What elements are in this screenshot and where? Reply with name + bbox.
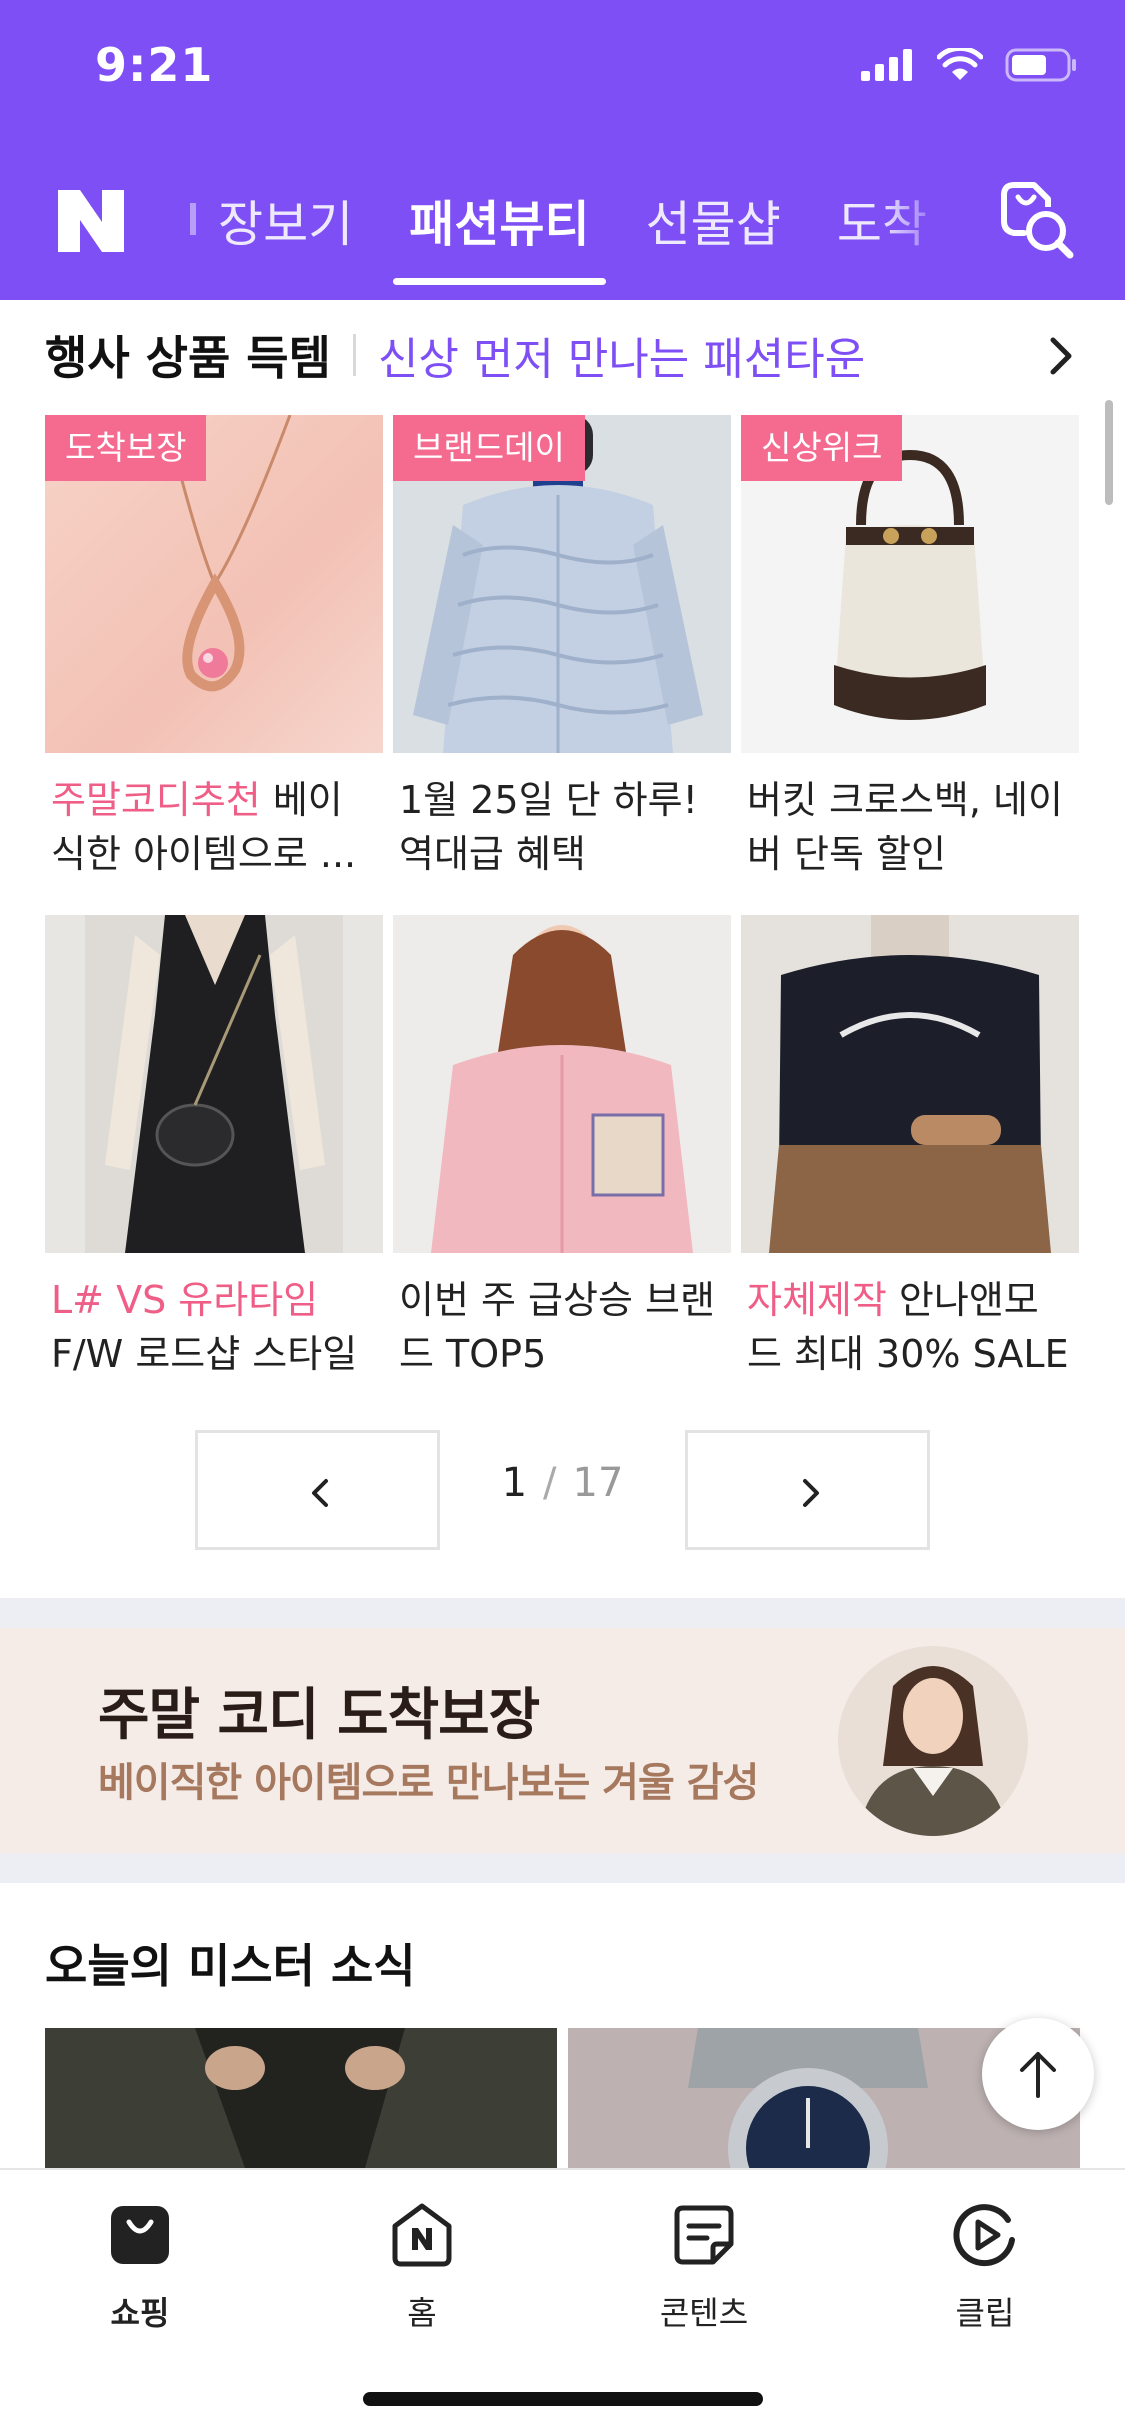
product-caption: 이번 주 급상승 브랜드 TOP5	[393, 1273, 731, 1383]
caption-text: 이번 주 급상승 브랜드 TOP5	[399, 1278, 715, 1376]
banner-subtitle: 베이직한 아이템으로 만나보는 겨울 감성	[98, 1760, 759, 1806]
product-card[interactable]: L# VS 유라타임 F/W 로드샵 스타일 ...	[45, 915, 383, 1383]
promo-banner[interactable]: 주말 코디 도착보장 베이직한 아이템으로 만나보는 겨울 감성	[0, 1628, 1125, 1853]
naver-home-icon	[392, 2203, 452, 2267]
caption-highlight: 자체제작	[747, 1278, 887, 1322]
total-pages: 17	[572, 1460, 624, 1506]
product-caption: L# VS 유라타임 F/W 로드샵 스타일 ...	[45, 1273, 383, 1383]
product-image: 브랜드데이	[393, 415, 731, 753]
nav-label: 콘텐츠	[659, 2294, 749, 2332]
pagination: 1 / 17	[195, 1430, 930, 1550]
sweatshirt-illustration	[769, 915, 1051, 1253]
shopping-search-icon[interactable]	[990, 175, 1080, 265]
chevron-left-icon	[312, 1479, 328, 1507]
product-image	[45, 915, 383, 1253]
product-caption: 주말코디추천 베이식한 아이템으로 ...	[45, 773, 383, 883]
naver-logo[interactable]	[58, 190, 124, 252]
chevron-right-icon	[803, 1479, 819, 1507]
caption-text: F/W 로드샵 스타일 ...	[51, 1332, 358, 1376]
chevron-right-icon[interactable]	[1037, 328, 1085, 384]
tab-fade	[880, 175, 950, 265]
banner-title: 주말 코디 도착보장	[98, 1683, 540, 1748]
status-icons	[861, 48, 1077, 82]
scrollbar[interactable]	[1105, 400, 1113, 505]
signal-icon	[861, 49, 912, 81]
nav-shopping[interactable]: 쇼핑	[40, 2200, 240, 2334]
page-separator: /	[543, 1460, 557, 1506]
event-badge: 도착보장	[45, 415, 207, 481]
caption-highlight: 주말코디추천	[51, 778, 261, 822]
contents-icon	[674, 2205, 734, 2265]
status-bar: 9:21	[0, 0, 1125, 140]
scroll-to-top-button[interactable]	[982, 2018, 1094, 2130]
shopping-bag-icon	[111, 2206, 169, 2264]
pink-shirt-illustration	[431, 925, 693, 1253]
section-title: 행사 상품 득템	[45, 331, 331, 385]
event-badge: 브랜드데이	[393, 415, 585, 481]
nav-contents[interactable]: 콘텐츠	[604, 2200, 804, 2334]
section-subtitle: 신상 먼저 만나는 패션타운	[377, 334, 866, 385]
product-card[interactable]: 자체제작 안나앤모드 최대 30% SALE	[741, 915, 1079, 1383]
product-card[interactable]: 브랜드데이 1월 25일 단 하루! 역대급 혜택	[393, 415, 731, 883]
category-tabs: 장보기 패션뷰티 선물샵 도착	[190, 175, 940, 285]
wifi-icon	[937, 48, 983, 80]
tab-groceries[interactable]: 장보기	[190, 175, 381, 285]
caption-text: 1월 25일 단 하루! 역대급 혜택	[399, 778, 698, 876]
home-indicator	[363, 2392, 763, 2406]
nav-home[interactable]: 홈	[322, 2200, 522, 2334]
caption-highlight: L# VS 유라타임	[51, 1278, 319, 1322]
tab-fashion-beauty[interactable]: 패션뷰티	[381, 175, 617, 285]
status-time: 9:21	[95, 38, 214, 92]
product-caption: 1월 25일 단 하루! 역대급 혜택	[393, 773, 731, 883]
arrow-up-icon	[1020, 2052, 1056, 2098]
prev-page-button[interactable]	[195, 1430, 440, 1550]
nav-clip[interactable]: 클립	[885, 2200, 1085, 2334]
section-divider	[0, 1853, 1125, 1883]
section-divider	[0, 1598, 1125, 1628]
nav-label: 쇼핑	[110, 2294, 170, 2332]
news-card-image[interactable]	[45, 2028, 557, 2168]
current-page: 1	[501, 1460, 528, 1506]
battery-icon	[1005, 48, 1076, 82]
product-card[interactable]: 이번 주 급상승 브랜드 TOP5	[393, 915, 731, 1383]
product-image: 신상위크	[741, 415, 1079, 753]
event-badge: 신상위크	[741, 415, 903, 481]
event-section-header[interactable]: 행사 상품 득템 신상 먼저 만나는 패션타운	[45, 320, 1085, 390]
product-image	[741, 915, 1079, 1253]
title-divider	[352, 334, 356, 376]
product-image: 도착보장	[45, 415, 383, 753]
product-caption: 버킷 크로스백, 네이버 단독 할인	[741, 773, 1079, 883]
dress-illustration	[85, 915, 343, 1253]
tab-gift-shop[interactable]: 선물샵	[618, 175, 809, 285]
clip-play-icon	[953, 2204, 1015, 2267]
product-caption: 자체제작 안나앤모드 최대 30% SALE	[741, 1273, 1079, 1383]
news-section-title: 오늘의 미스터 소식	[45, 1939, 416, 1993]
caption-text: 버킷 크로스백, 네이버 단독 할인	[747, 778, 1063, 876]
product-image	[393, 915, 731, 1253]
next-page-button[interactable]	[685, 1430, 930, 1550]
banner-model-image	[838, 1646, 1028, 1836]
nav-label: 홈	[407, 2294, 437, 2332]
product-card[interactable]: 도착보장 주말코디추천 베이식한 아이템으로 ...	[45, 415, 383, 883]
nav-label: 클립	[955, 2294, 1015, 2332]
top-header: 9:21 장보기 패션뷰티 선물샵 도착	[0, 0, 1125, 300]
product-card[interactable]: 신상위크 버킷 크로스백, 네이버 단독 할인	[741, 415, 1079, 883]
page-indicator: 1 / 17	[440, 1460, 685, 1506]
